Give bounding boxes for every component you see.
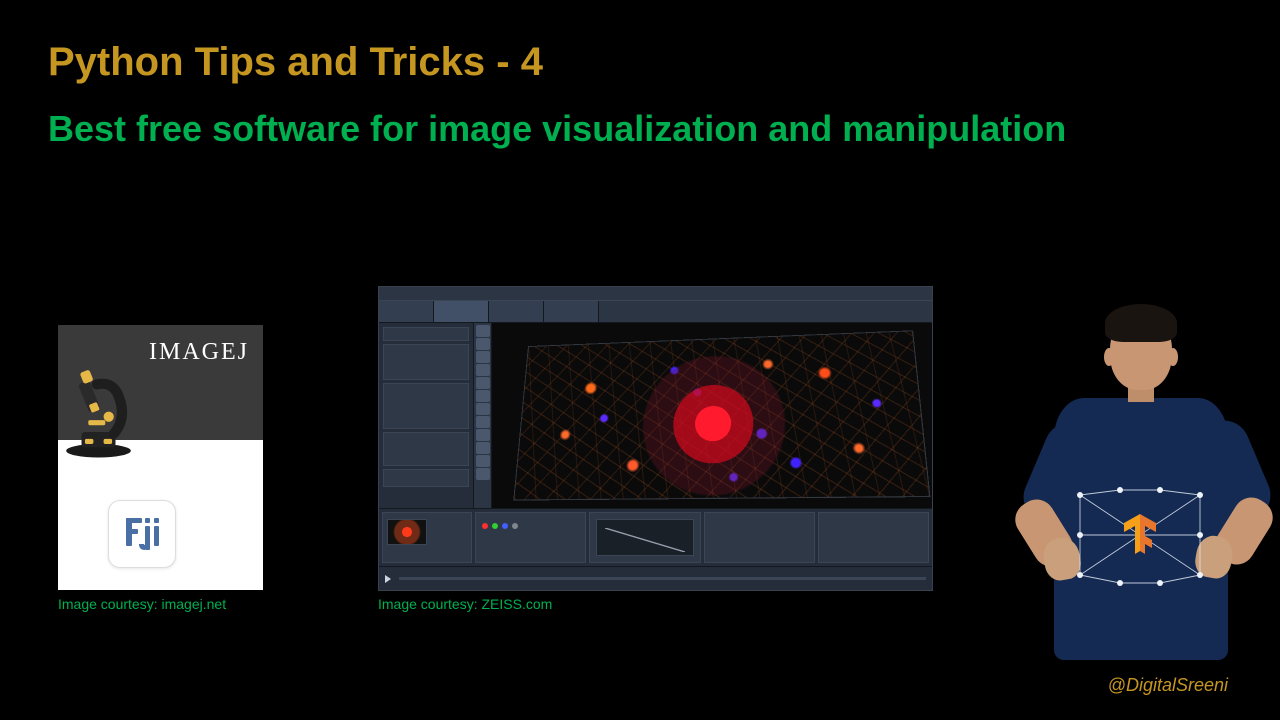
zeiss-panel <box>383 344 469 380</box>
tool-icon <box>476 468 490 480</box>
zeiss-channels-panel <box>475 512 586 563</box>
zeiss-caption: Image courtesy: ZEISS.com <box>378 596 552 612</box>
imagej-header: IMAGEJ <box>58 325 263 440</box>
neuron-visualization <box>514 331 929 499</box>
progress-track <box>399 577 926 580</box>
zeiss-histogram-panel <box>589 512 700 563</box>
tool-icon <box>476 455 490 467</box>
tool-icon <box>476 416 490 428</box>
microscope-icon <box>56 365 141 460</box>
zeiss-panel <box>383 383 469 429</box>
zeiss-ribbon <box>379 301 932 323</box>
tool-icon <box>476 390 490 402</box>
imagej-caption: Image courtesy: imagej.net <box>58 596 226 612</box>
tool-icon <box>476 351 490 363</box>
zeiss-panel <box>383 432 469 466</box>
slide-title: Python Tips and Tricks - 4 <box>48 40 543 85</box>
zeiss-settings-panel <box>704 512 815 563</box>
zeiss-tab <box>544 301 599 322</box>
zeiss-titlebar <box>379 287 932 301</box>
imagej-logo-block: IMAGEJ <box>58 325 263 590</box>
imagej-logo-text: IMAGEJ <box>149 339 249 366</box>
channel-dot-icon <box>492 523 498 529</box>
thumbnail-icon <box>387 519 427 545</box>
tensorflow-logo-icon <box>1116 510 1164 558</box>
tool-icon <box>476 442 490 454</box>
channel-dot-icon <box>502 523 508 529</box>
tool-icon <box>476 364 490 376</box>
author-handle: @DigitalSreeni <box>1108 675 1228 696</box>
channel-dot-icon <box>482 523 488 529</box>
zeiss-settings-panel <box>818 512 929 563</box>
channel-dot-icon <box>512 523 518 529</box>
zeiss-tab <box>434 301 489 322</box>
zeiss-panel <box>383 327 469 341</box>
zeiss-3d-viewport <box>492 323 932 508</box>
zeiss-tab <box>489 301 544 322</box>
slide-subtitle: Best free software for image visualizati… <box>48 108 1066 150</box>
tool-icon <box>476 403 490 415</box>
zeiss-left-panel <box>379 323 474 508</box>
play-icon <box>385 575 391 583</box>
tool-icon <box>476 325 490 337</box>
presenter-portrait <box>1010 300 1270 690</box>
zeiss-player-bar <box>379 566 932 590</box>
zeiss-toolbar <box>474 323 492 508</box>
tool-icon <box>476 338 490 350</box>
fiji-icon <box>108 500 176 568</box>
tool-icon <box>476 377 490 389</box>
zeiss-panel <box>383 469 469 487</box>
tool-icon <box>476 429 490 441</box>
zeiss-tab <box>379 301 434 322</box>
zeiss-bottom-panels <box>379 508 932 566</box>
zeiss-app-screenshot <box>378 286 933 591</box>
zeiss-thumbnail-panel <box>382 512 472 563</box>
